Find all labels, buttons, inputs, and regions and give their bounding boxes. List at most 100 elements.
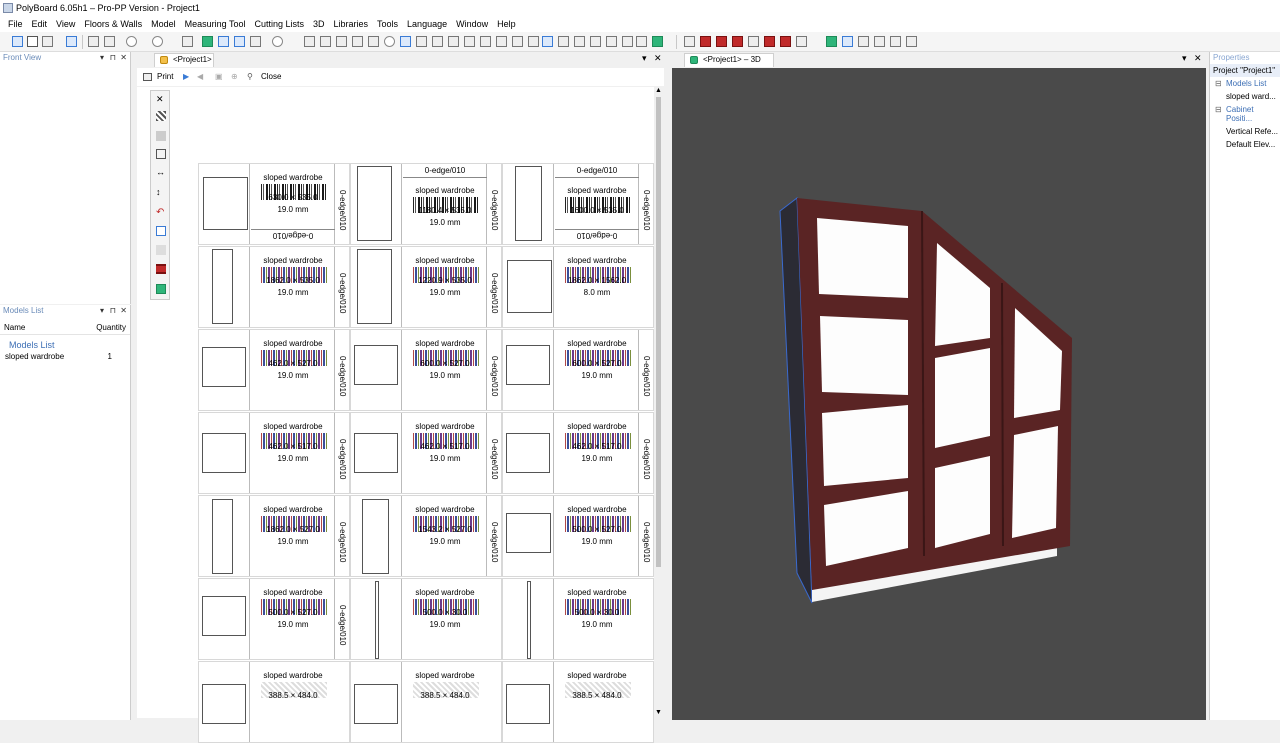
red-door-icon[interactable] — [764, 36, 775, 47]
list-item[interactable]: sloped wardrobe 1 — [0, 352, 130, 361]
align-icon[interactable] — [156, 245, 166, 255]
hinge-icon[interactable] — [590, 36, 601, 47]
part-label[interactable]: sloped wardrobe 600.0 × 527.0 19.0 mm 0-edg… — [350, 329, 502, 411]
wireframe-icon[interactable] — [858, 36, 869, 47]
part-label[interactable]: sloped wardrobe 500.0 × 30.0 19.0 mm — [502, 578, 654, 660]
dropdown-icon[interactable]: ▾ — [100, 305, 104, 317]
properties-group-cabinet[interactable]: Cabinet Positi... — [1210, 103, 1280, 125]
shelf-icon[interactable] — [464, 36, 475, 47]
list-icon[interactable] — [416, 36, 427, 47]
3d-box-icon[interactable] — [652, 36, 663, 47]
3d-viewport[interactable] — [672, 68, 1206, 720]
lines-red-icon[interactable] — [156, 264, 166, 274]
part-label[interactable]: sloped wardrobe 1862.0 × 535.0 19.0 mm 0-ed… — [198, 246, 350, 328]
column-quantity[interactable]: Quantity — [96, 321, 126, 334]
close-icon[interactable]: ✕ — [120, 52, 127, 64]
open-folder-icon[interactable] — [42, 36, 53, 47]
part-label[interactable]: sloped wardrobe 500.0 × 30.0 19.0 mm — [350, 578, 502, 660]
rotate-icon[interactable] — [384, 36, 395, 47]
zoom-window-icon[interactable] — [352, 36, 363, 47]
models-list-group[interactable]: Models List — [0, 335, 130, 352]
new-project-icon[interactable] — [12, 36, 23, 47]
brush-icon[interactable] — [156, 131, 166, 141]
red-panel-icon[interactable] — [700, 36, 711, 47]
arrow-icon[interactable] — [622, 36, 633, 47]
back-panel-icon[interactable] — [496, 36, 507, 47]
tab-dropdown-icon[interactable]: ▾ — [642, 53, 647, 64]
close-icon[interactable]: ✕ — [120, 305, 127, 317]
tab-project1[interactable]: <Project1> — [154, 53, 214, 67]
pan-icon[interactable] — [368, 36, 379, 47]
print-button[interactable]: Print — [157, 68, 173, 86]
part-label[interactable]: sloped wardrobe 388.5 × 484.0 — [198, 661, 350, 743]
green-box-icon[interactable] — [156, 284, 166, 294]
part-label[interactable]: sloped wardrobe 1862.0 × 1562.0 8.0 mm — [502, 246, 654, 328]
render-icon[interactable] — [906, 36, 917, 47]
grid-icon[interactable] — [234, 36, 245, 47]
zoom-out-icon[interactable] — [320, 36, 331, 47]
part-label[interactable]: sloped wardrobe 388.5 × 484.0 — [350, 661, 502, 743]
zoom-fit-icon[interactable] — [336, 36, 347, 47]
hidden-line-icon[interactable] — [874, 36, 885, 47]
zoom-icon[interactable]: ⊕ — [231, 68, 238, 86]
green-layer-icon[interactable] — [826, 36, 837, 47]
tab-close-icon[interactable]: ✕ — [654, 53, 662, 64]
tab-project1-3d[interactable]: <Project1> – 3D — [684, 53, 774, 67]
scroll-thumb[interactable] — [656, 97, 661, 567]
measure-icon[interactable] — [250, 36, 261, 47]
page-setup-icon[interactable]: ▣ — [215, 68, 223, 86]
properties-item[interactable]: sloped ward... — [1210, 90, 1280, 103]
panel-icon[interactable] — [432, 36, 443, 47]
menu-model[interactable]: Model — [151, 19, 176, 29]
menu-language[interactable]: Language — [407, 19, 447, 29]
dropdown-icon[interactable]: ▾ — [100, 52, 104, 64]
part-label[interactable]: 0-edge/010 sloped wardrobe 1180.4 × 535.0 1… — [350, 163, 502, 245]
info-icon[interactable] — [272, 36, 283, 47]
properties-project[interactable]: Project "Project1" — [1210, 64, 1280, 77]
undo-icon[interactable] — [126, 36, 137, 47]
menu-window[interactable]: Window — [456, 19, 488, 29]
redo-icon[interactable] — [152, 36, 163, 47]
print-preview-icon[interactable] — [104, 36, 115, 47]
menu-libraries[interactable]: Libraries — [334, 19, 369, 29]
pin-icon[interactable]: ⊓ — [110, 305, 116, 317]
pattern-icon[interactable] — [156, 111, 166, 121]
handle-icon[interactable] — [606, 36, 617, 47]
menu-file[interactable]: File — [8, 19, 23, 29]
part-label[interactable]: sloped wardrobe 1220.9 × 535.0 19.0 mm 0-ed… — [350, 246, 502, 328]
column-name[interactable]: Name — [4, 321, 25, 334]
next-page-icon[interactable]: ▶ — [183, 68, 189, 86]
menu-help[interactable]: Help — [497, 19, 516, 29]
part-label[interactable]: sloped wardrobe 1862.0 × 527.0 19.0 mm 0-ed… — [198, 495, 350, 577]
part-label[interactable]: sloped wardrobe 462.0 × 517.0 19.0 mm 0-edg… — [502, 412, 654, 494]
cut-icon[interactable] — [748, 36, 759, 47]
copy-icon[interactable] — [182, 36, 193, 47]
view-mode-icon[interactable] — [842, 36, 853, 47]
part-label[interactable]: sloped wardrobe 500.0 × 527.0 19.0 mm 0-edg… — [502, 495, 654, 577]
cabinet-icon[interactable] — [202, 36, 213, 47]
horizontal-arrow-icon[interactable]: ↔ — [156, 167, 166, 177]
menu-edit[interactable]: Edit — [32, 19, 48, 29]
part-label[interactable]: sloped wardrobe 462.0 × 517.0 19.0 mm 0-edg… — [198, 412, 350, 494]
menu-floors-walls[interactable]: Floors & Walls — [84, 19, 142, 29]
scroll-down-icon[interactable]: ▼ — [655, 709, 662, 716]
print-icon[interactable] — [88, 36, 99, 47]
part-label[interactable]: 0-edge/010 sloped wardrobe 1600.0 × 535.0 0… — [502, 163, 654, 245]
red-shelf-icon[interactable] — [716, 36, 727, 47]
part-label[interactable]: sloped wardrobe 600.0 × 527.0 19.0 mm 0-edg… — [502, 329, 654, 411]
shaded-icon[interactable] — [890, 36, 901, 47]
lines-icon[interactable] — [636, 36, 647, 47]
menu-measuring-tool[interactable]: Measuring Tool — [185, 19, 246, 29]
orbit-icon[interactable] — [400, 36, 411, 47]
pin-icon[interactable]: ⊓ — [110, 52, 116, 64]
divider-icon[interactable] — [512, 36, 523, 47]
previous-page-icon[interactable]: ◀ — [197, 68, 203, 86]
drawer-icon[interactable] — [528, 36, 539, 47]
save-icon[interactable] — [66, 36, 77, 47]
menu-view[interactable]: View — [56, 19, 75, 29]
part-label[interactable]: sloped wardrobe 500.0 × 527.0 19.0 mm 0-edg… — [198, 578, 350, 660]
close-button[interactable]: Close — [261, 68, 281, 86]
side-panel-icon[interactable] — [448, 36, 459, 47]
magnifier-icon[interactable]: ⚲ — [247, 68, 253, 86]
scroll-up-icon[interactable]: ▲ — [655, 87, 662, 94]
